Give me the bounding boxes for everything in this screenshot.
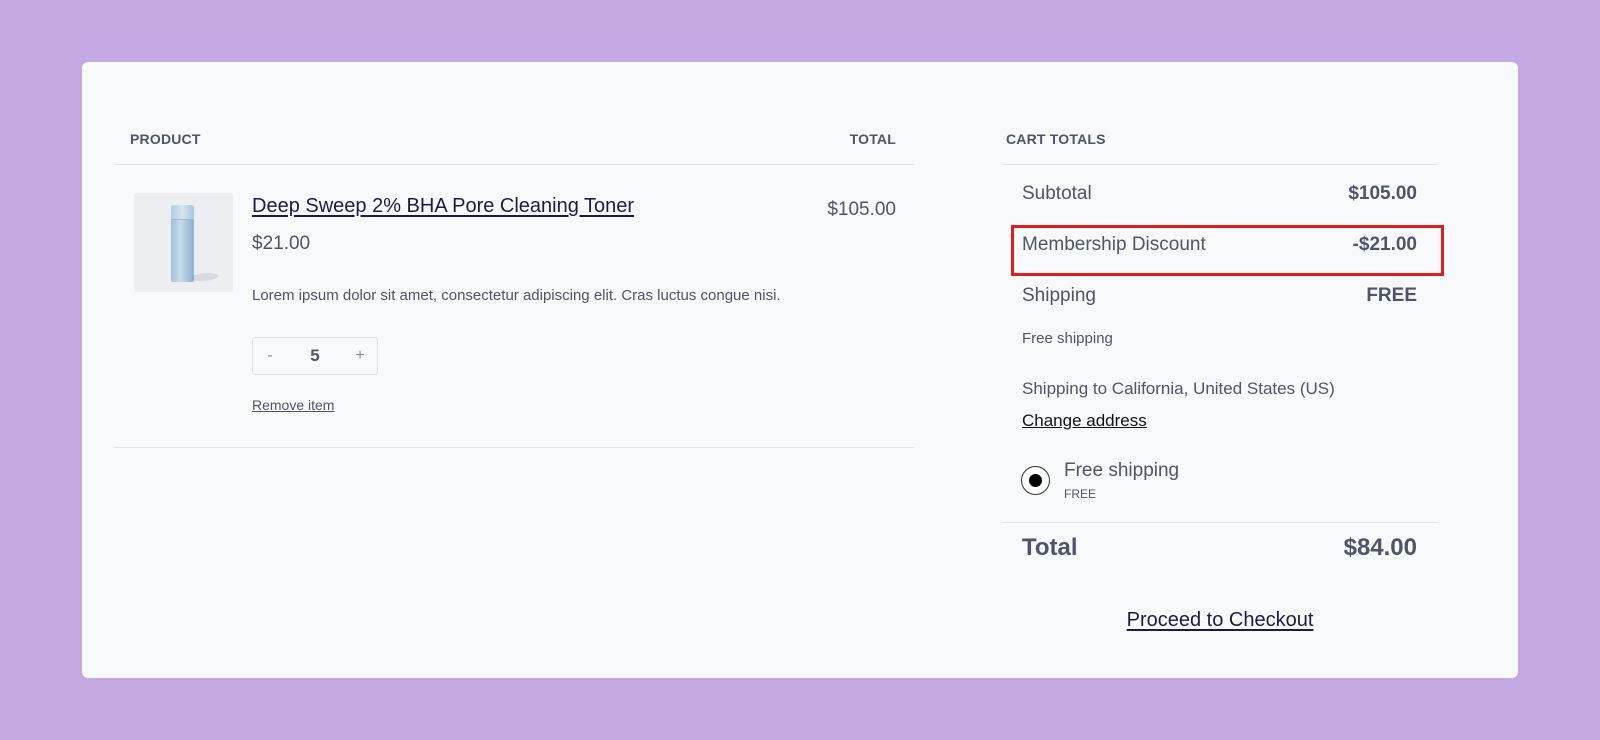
cart-table: PRODUCT TOTAL Deep Sweep 2% BHA Pore Cle… <box>114 62 914 448</box>
proceed-to-checkout-button[interactable]: Proceed to Checkout <box>1127 609 1314 631</box>
shipping-destination: Shipping to California, United States (U… <box>1022 379 1335 398</box>
shipping-note: Free shipping <box>1022 330 1113 347</box>
quantity-input[interactable]: 5 <box>287 346 343 366</box>
discount-row: Membership Discount -$21.00 <box>1022 234 1417 256</box>
product-line-total: $105.00 <box>827 199 896 220</box>
total-value: $84.00 <box>1343 534 1417 561</box>
shipping-label: Shipping <box>1022 285 1096 306</box>
free-shipping-radio[interactable] <box>1021 466 1050 495</box>
totals-divider <box>1003 522 1437 523</box>
product-unit-price: $21.00 <box>252 233 311 254</box>
cart-card: PRODUCT TOTAL Deep Sweep 2% BHA Pore Cle… <box>82 62 1518 678</box>
cart-totals-title: CART TOTALS <box>1006 131 1106 147</box>
product-thumbnail[interactable] <box>134 193 233 292</box>
cart-totals-header: CART TOTALS <box>1003 62 1437 165</box>
discount-value: -$21.00 <box>1352 234 1417 255</box>
remove-item-link[interactable]: Remove item <box>252 397 334 413</box>
shipping-row: Shipping FREE <box>1022 285 1417 307</box>
subtotal-row: Subtotal $105.00 <box>1022 183 1417 205</box>
total-label: Total <box>1022 534 1078 561</box>
change-address-link[interactable]: Change address <box>1022 411 1147 431</box>
cart-table-header: PRODUCT TOTAL <box>114 62 914 165</box>
shipping-value: FREE <box>1366 285 1417 306</box>
quantity-decrease-button[interactable]: - <box>253 347 287 365</box>
cart-totals-panel: CART TOTALS Subtotal $105.00 Membership … <box>1003 62 1444 631</box>
shipping-option-label[interactable]: Free shipping <box>1064 460 1179 482</box>
subtotal-label: Subtotal <box>1022 183 1092 204</box>
quantity-stepper: - 5 + <box>252 337 378 375</box>
shipping-option-price: FREE <box>1064 487 1097 501</box>
product-description: Lorem ipsum dolor sit amet, consectetur … <box>252 287 781 304</box>
total-column-header: TOTAL <box>849 131 896 147</box>
checkout-container: Proceed to Checkout <box>1003 609 1437 632</box>
toner-bottle-image <box>171 205 194 282</box>
quantity-increase-button[interactable]: + <box>343 347 377 365</box>
cart-item-row: Deep Sweep 2% BHA Pore Cleaning Toner $1… <box>114 165 914 448</box>
discount-label: Membership Discount <box>1022 234 1206 255</box>
product-column-header: PRODUCT <box>130 131 201 147</box>
grand-total-row: Total $84.00 <box>1022 534 1417 562</box>
product-name-link[interactable]: Deep Sweep 2% BHA Pore Cleaning Toner <box>252 195 634 218</box>
subtotal-value: $105.00 <box>1348 183 1417 204</box>
